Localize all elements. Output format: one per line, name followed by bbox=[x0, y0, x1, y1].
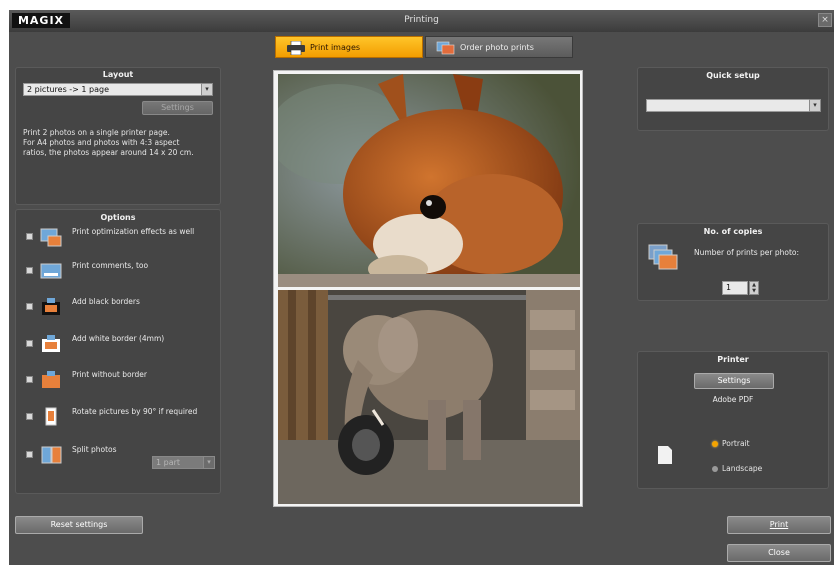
option-label: Print comments, too bbox=[72, 261, 149, 270]
chevron-down-icon[interactable]: ▾ bbox=[809, 99, 821, 112]
option-print-comments[interactable]: Print comments, too bbox=[24, 258, 224, 286]
option-label: Add black borders bbox=[72, 297, 140, 306]
split-parts-value: 1 part bbox=[156, 458, 181, 467]
option-without-border[interactable]: Print without border bbox=[24, 367, 224, 395]
layout-settings-button[interactable]: Settings bbox=[142, 101, 213, 115]
print-label: Print bbox=[769, 520, 789, 529]
layout-select[interactable]: 2 pictures -> 1 page ▾ bbox=[23, 83, 213, 96]
copies-panel: No. of copies Number of prints per photo… bbox=[637, 223, 829, 301]
landscape-label: Landscape bbox=[722, 464, 763, 473]
checkbox[interactable] bbox=[26, 233, 33, 240]
page-orientation-icon bbox=[658, 446, 672, 464]
option-label: Add white border (4mm) bbox=[72, 334, 165, 343]
options-title: Options bbox=[100, 213, 136, 222]
checkbox[interactable] bbox=[26, 376, 33, 383]
portrait-label: Portrait bbox=[722, 439, 750, 448]
options-panel: Options Print optimization effects as we… bbox=[15, 209, 221, 494]
tab-label: Order photo prints bbox=[460, 43, 534, 52]
printing-window: MAGIX Printing × Print images Order phot… bbox=[9, 10, 834, 565]
print-preview bbox=[273, 70, 583, 507]
option-black-borders[interactable]: Add black borders bbox=[24, 294, 224, 322]
quick-setup-select[interactable]: ▾ bbox=[646, 99, 821, 112]
close-button[interactable]: Close bbox=[727, 544, 831, 562]
layout-description: Print 2 photos on a single printer page.… bbox=[23, 128, 194, 157]
effects-icon bbox=[40, 228, 62, 247]
tab-label: Print images bbox=[310, 43, 361, 52]
quick-setup-panel: Quick setup ▾ bbox=[637, 67, 829, 131]
printer-settings-button[interactable]: Settings bbox=[694, 373, 774, 389]
chevron-down-icon[interactable]: ▾ bbox=[201, 83, 213, 96]
printer-panel: Printer Settings Adobe PDF Portrait Land… bbox=[637, 351, 829, 489]
copies-icon bbox=[648, 244, 678, 270]
checkbox[interactable] bbox=[26, 413, 33, 420]
print-button[interactable]: Print bbox=[727, 516, 831, 534]
checkbox[interactable] bbox=[26, 340, 33, 347]
printer-icon bbox=[287, 41, 305, 55]
window-title: Printing bbox=[404, 15, 439, 25]
preview-photo-elephant bbox=[278, 290, 580, 504]
copies-stepper[interactable]: 1 bbox=[722, 281, 748, 295]
portrait-radio[interactable] bbox=[712, 441, 718, 447]
stepper-arrows-icon[interactable]: ▲ ▼ bbox=[749, 281, 759, 295]
chevron-down-icon[interactable]: ▾ bbox=[203, 456, 215, 469]
window-close-button[interactable]: × bbox=[818, 13, 832, 27]
layout-select-value: 2 pictures -> 1 page bbox=[27, 85, 110, 94]
option-white-border[interactable]: Add white border (4mm) bbox=[24, 331, 224, 359]
rotate-icon bbox=[45, 407, 57, 426]
checkbox[interactable] bbox=[26, 303, 33, 310]
copies-value: 1 bbox=[726, 283, 732, 292]
option-print-effects[interactable]: Print optimization effects as well bbox=[24, 224, 224, 252]
copies-label: Number of prints per photo: bbox=[694, 248, 800, 257]
split-parts-select[interactable]: 1 part ▾ bbox=[152, 456, 215, 469]
white-border-icon bbox=[42, 335, 60, 352]
option-label: Print optimization effects as well bbox=[72, 227, 195, 236]
title-bar: MAGIX Printing × bbox=[9, 10, 834, 32]
reset-settings-button[interactable]: Reset settings bbox=[15, 516, 143, 534]
checkbox[interactable] bbox=[26, 267, 33, 274]
preview-photo-squirrel bbox=[278, 74, 580, 287]
option-label: Split photos bbox=[72, 445, 117, 454]
printer-name: Adobe PDF bbox=[712, 395, 754, 404]
printer-title: Printer bbox=[717, 355, 749, 364]
layout-panel: Layout 2 pictures -> 1 page ▾ Settings P… bbox=[15, 67, 221, 205]
tab-print-images[interactable]: Print images bbox=[275, 36, 423, 58]
landscape-radio[interactable] bbox=[712, 466, 718, 472]
option-rotate-pictures[interactable]: Rotate pictures by 90° if required bbox=[24, 404, 224, 432]
option-label: Rotate pictures by 90° if required bbox=[72, 407, 198, 416]
split-icon bbox=[41, 446, 62, 464]
no-border-icon bbox=[42, 371, 60, 388]
layout-title: Layout bbox=[102, 70, 134, 79]
tab-order-photo-prints[interactable]: Order photo prints bbox=[425, 36, 573, 58]
copies-title: No. of copies bbox=[703, 227, 763, 236]
option-label: Print without border bbox=[72, 370, 147, 379]
black-border-icon bbox=[42, 298, 60, 315]
quick-setup-title: Quick setup bbox=[706, 71, 760, 80]
comment-icon bbox=[40, 263, 62, 279]
photo-order-icon bbox=[436, 41, 455, 55]
squirrel-photo bbox=[278, 74, 580, 287]
checkbox[interactable] bbox=[26, 451, 33, 458]
elephant-photo bbox=[278, 290, 580, 504]
